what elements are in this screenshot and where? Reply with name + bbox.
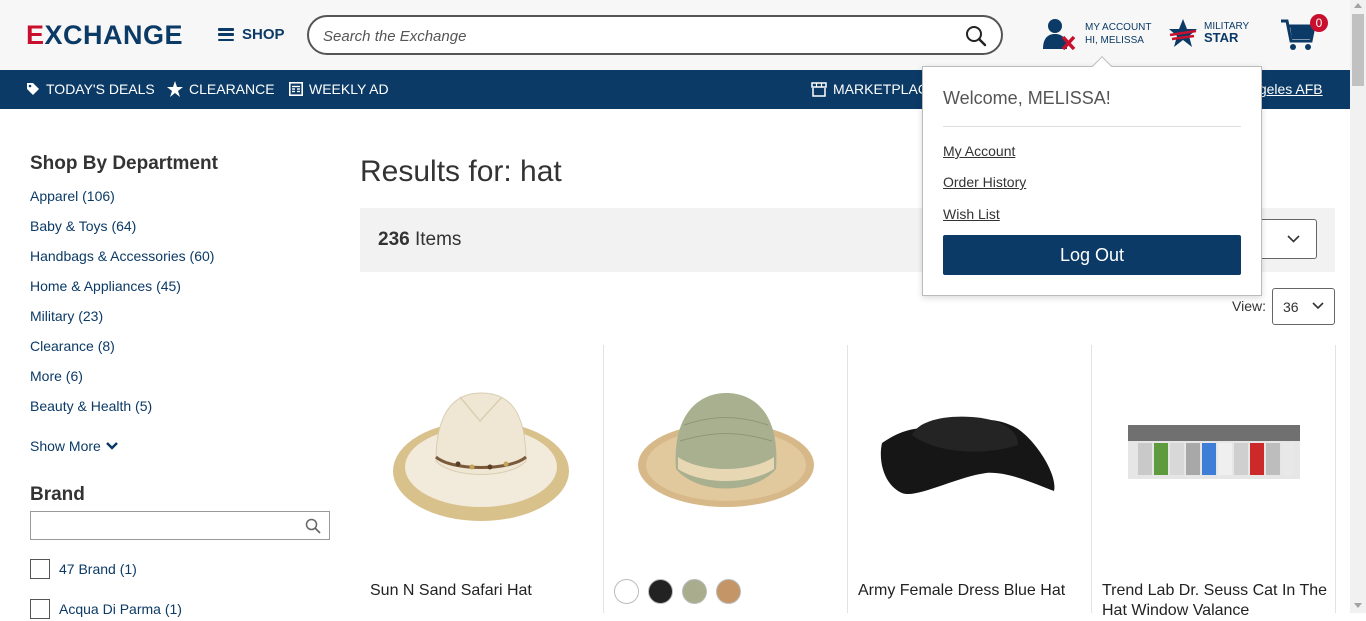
product-name[interactable]: Trend Lab Dr. Seuss Cat In The Hat Windo… xyxy=(1102,581,1328,621)
product-name[interactable]: Sun N Sand Safari Hat xyxy=(370,581,596,601)
my-account-button[interactable]: MY ACCOUNT HI, MELISSA xyxy=(1043,18,1152,50)
view-label: View: xyxy=(1232,298,1266,314)
department-link[interactable]: Military (23) xyxy=(30,308,103,324)
product-image[interactable] xyxy=(868,365,1072,545)
color-swatches xyxy=(614,579,750,604)
nav-todays-deals[interactable]: TODAY'S DEALS xyxy=(26,81,155,97)
product-card[interactable]: Sun N Sand Safari Hat xyxy=(360,345,604,613)
department-link[interactable]: Clearance (8) xyxy=(30,338,115,354)
military-star-button[interactable]: MILITARY STAR xyxy=(1168,18,1249,48)
wish-list-link[interactable]: Wish List xyxy=(943,206,1000,222)
results-heading: Results for: hat xyxy=(360,155,562,188)
department-link[interactable]: Beauty & Health (5) xyxy=(30,398,152,414)
military-star-icon xyxy=(1169,19,1197,47)
nav-weekly-ad[interactable]: WEEKLY AD xyxy=(289,81,389,97)
cart-button[interactable]: 0 xyxy=(1280,14,1328,56)
divider xyxy=(943,126,1241,127)
shop-by-department-heading: Shop By Department xyxy=(30,153,218,174)
shop-label: SHOP xyxy=(242,26,285,43)
search-icon[interactable] xyxy=(305,518,321,534)
hamburger-icon xyxy=(218,28,234,41)
chevron-down-icon xyxy=(1287,235,1300,243)
product-image[interactable] xyxy=(380,365,584,545)
show-more-button[interactable]: Show More xyxy=(30,438,118,454)
department-link[interactable]: Apparel (106) xyxy=(30,188,115,204)
cart-count-badge: 0 xyxy=(1310,14,1328,32)
account-greeting: HI, MELISSA xyxy=(1085,35,1144,46)
swatch-black[interactable] xyxy=(648,579,673,604)
view-count-select[interactable]: 36 xyxy=(1272,288,1335,325)
brand-filter-item[interactable]: Acqua Di Parma (1) xyxy=(30,599,182,619)
storefront-icon xyxy=(811,81,827,97)
star-icon xyxy=(167,81,183,97)
nav-clearance[interactable]: CLEARANCE xyxy=(167,81,275,97)
department-link[interactable]: More (6) xyxy=(30,368,83,384)
chevron-down-icon xyxy=(1312,302,1324,310)
swatch-tan[interactable] xyxy=(716,579,741,604)
account-label: MY ACCOUNT xyxy=(1085,22,1152,33)
scroll-down-arrow[interactable] xyxy=(1354,603,1362,608)
nav-marketplace[interactable]: MARKETPLACE xyxy=(811,81,937,97)
chevron-down-icon xyxy=(105,442,118,450)
product-card[interactable] xyxy=(604,345,848,613)
item-count: 236 Items xyxy=(378,229,462,250)
exchange-logo[interactable]: EXCHANGE xyxy=(26,20,183,51)
order-history-link[interactable]: Order History xyxy=(943,174,1026,190)
swatch-sage[interactable] xyxy=(682,579,707,604)
brand-heading: Brand xyxy=(30,484,85,505)
product-name[interactable]: Army Female Dress Blue Hat xyxy=(858,581,1084,601)
product-image[interactable] xyxy=(624,365,828,545)
welcome-message: Welcome, MELISSA! xyxy=(943,88,1111,108)
product-card[interactable]: Army Female Dress Blue Hat xyxy=(848,345,1092,613)
scroll-thumb[interactable] xyxy=(1352,14,1364,86)
department-link[interactable]: Baby & Toys (64) xyxy=(30,218,136,234)
brand-filter-item[interactable]: 47 Brand (1) xyxy=(30,559,137,579)
my-account-link[interactable]: My Account xyxy=(943,143,1015,159)
search-icon[interactable] xyxy=(965,25,987,47)
star-label: STAR xyxy=(1204,30,1239,45)
product-card[interactable]: Trend Lab Dr. Seuss Cat In The Hat Windo… xyxy=(1092,345,1336,619)
search-input[interactable] xyxy=(323,25,943,47)
site-header: EXCHANGE SHOP MY ACCOUNT HI, MELISSA MILI… xyxy=(0,0,1350,70)
department-link[interactable]: Home & Appliances (45) xyxy=(30,278,181,294)
brand-checkbox[interactable] xyxy=(30,559,50,579)
brand-checkbox[interactable] xyxy=(30,599,50,619)
brand-search-box xyxy=(30,511,330,540)
shop-menu-button[interactable]: SHOP xyxy=(218,26,285,43)
department-link[interactable]: Handbags & Accessories (60) xyxy=(30,248,214,264)
search-bar xyxy=(307,15,1003,55)
account-user-icon xyxy=(1043,19,1076,50)
product-image[interactable] xyxy=(1112,365,1316,545)
page-scrollbar[interactable] xyxy=(1350,0,1366,613)
scroll-up-arrow[interactable] xyxy=(1354,3,1362,8)
tag-icon xyxy=(27,83,39,95)
newspaper-icon xyxy=(289,82,303,96)
log-out-button[interactable]: Log Out xyxy=(943,235,1241,275)
account-dropdown: Welcome, MELISSA! My Account Order Histo… xyxy=(922,56,1262,296)
swatch-white[interactable] xyxy=(614,579,639,604)
brand-search-input[interactable] xyxy=(31,512,291,539)
